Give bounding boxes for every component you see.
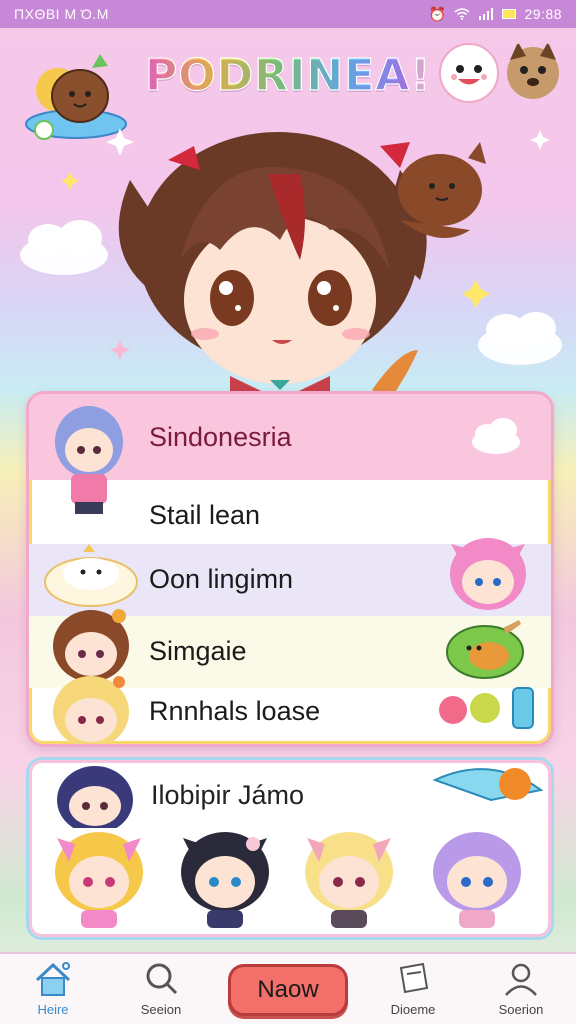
nav-search-label: Seeion [140,1002,182,1017]
profile-icon [505,963,537,996]
nav-search[interactable]: Seeion [116,960,206,1017]
status-left-text: ΠΧΘΒΙ Μ Ό.Μ [14,6,109,22]
rainbow-bird-icon [432,768,544,802]
bottom-navigation: Heire Seeion Naow Dioeme Soerion [0,952,576,1024]
list-item[interactable]: Rnnhals loase [29,676,551,744]
nav-home[interactable]: Heire [8,960,98,1017]
list-item-label: Sindonesria [149,422,292,452]
character-grid-card: Ilobipir Jámo [26,757,554,940]
home-icon [35,962,71,996]
status-time: 29:88 [524,6,562,22]
status-icons: ⏰ 29:88 [429,6,562,23]
hero-character-illustration [20,128,562,400]
list-item-label: Stail lean [149,500,261,530]
avocado-bowl-icon [446,620,524,679]
app-logo-title: PODRINEA! [144,49,432,101]
cloud-left-icon [20,220,108,275]
document-icon [399,962,429,994]
list-item-label: Oon lingimn [149,564,294,594]
blonde-cat-girl-avatar [55,832,143,928]
search-icon [146,963,178,995]
black-cat-girl-avatar [181,832,269,928]
status-bar: ΠΧΘΒΙ Μ Ό.Μ ⏰ 29:88 [0,0,576,28]
chibi-character-blonde[interactable] [47,824,151,928]
list-item-label: Simgaie [149,636,247,666]
yellow-hair-girl-avatar [305,832,393,928]
fruit-drink-icon [439,687,534,729]
blonde-girl-avatar [53,676,129,744]
list-item-label: Rnnhals loase [149,696,321,726]
pet-cat-mascot [398,142,486,238]
chibi-character-purple[interactable] [425,824,529,928]
pink-hair-girl-avatar [450,538,526,610]
dog-avatar-button[interactable] [502,40,564,102]
chibi-character-yellow[interactable] [297,824,401,928]
alarm-icon: ⏰ [428,5,447,22]
signal-icon [479,8,494,20]
new-button[interactable]: Naow [228,964,348,1016]
purple-hair-girl-avatar [433,832,521,928]
cloud-sticker-icon [472,418,520,454]
nav-home-label: Heire [37,1002,69,1017]
nav-profile-label: Soerion [498,1002,544,1017]
food-plate-avatar [44,544,138,607]
wifi-icon [454,8,470,20]
battery-icon [502,9,517,19]
chibi-character-black[interactable] [173,824,277,928]
cloud-right-icon [478,312,562,365]
nav-document[interactable]: Dioeme [368,960,458,1017]
ghost-avatar-button[interactable] [438,42,500,104]
nav-document-label: Dioeme [390,1002,436,1017]
nav-profile[interactable]: Soerion [476,960,566,1017]
category-list-card: Sindonesria Stail lean Oon lingimn Simga… [26,391,554,747]
list-item[interactable]: Sindonesria [29,394,551,514]
grid-card-title: Ilobipir Jámo [151,780,305,810]
dark-hair-girl-avatar [57,766,133,828]
